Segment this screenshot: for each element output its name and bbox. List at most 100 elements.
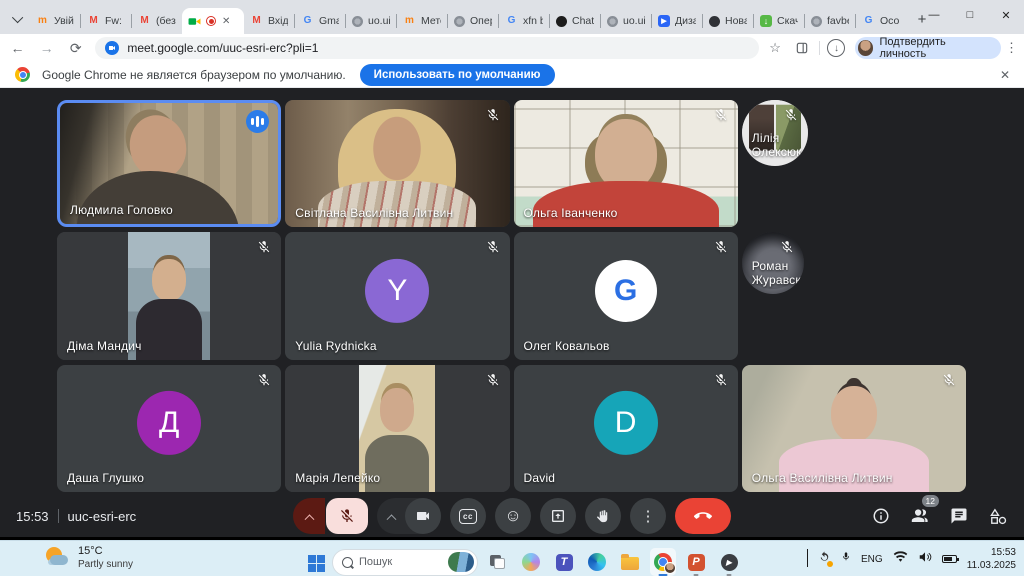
tab-label: Скач [777,15,798,27]
screen: mУвійдMFw: pM(без✕MВхіднGGmaiuo.uimМетоО… [0,0,1024,576]
more-options-button[interactable]: ⋮ [630,498,666,534]
tab-10[interactable]: Gxfn b [499,8,549,34]
end-call-button[interactable] [675,498,731,534]
participant-tile-12[interactable]: Ольга Василівна Литвин [742,365,966,492]
camera-options-chevron[interactable] [377,498,405,534]
tab-6[interactable]: GGmai [295,8,345,34]
gmail-favicon: M [138,15,151,28]
participant-tile-2[interactable]: Світлана Василівна Литвин [285,100,509,227]
info-divider [58,509,59,523]
participant-tile-4[interactable]: Лілія Олексюк [742,100,808,166]
window-maximize-button[interactable]: □ [952,0,988,30]
window-minimize-button[interactable]: — [916,0,952,30]
chrome-icon-active[interactable] [650,548,676,576]
onedrive-sync-icon[interactable] [818,551,831,567]
banner-close-icon[interactable]: ✕ [1000,68,1010,82]
task-view-button[interactable] [485,548,511,576]
raise-hand-button[interactable] [585,498,621,534]
mic-muted-icon [486,373,500,392]
copilot-button[interactable] [518,548,544,576]
teams-icon[interactable]: T [551,548,577,576]
search-placeholder: Пошук [359,556,442,568]
tab-16[interactable]: favbe [805,8,855,34]
profile-chip-label: Подтвердить личность [879,36,991,60]
camera-toggle-button[interactable] [405,498,441,534]
tray-clock[interactable]: 15:53 11.03.2025 [967,546,1016,572]
tab-3[interactable]: M (без [132,8,182,34]
people-button[interactable]: 12 [908,504,932,528]
reload-button[interactable]: ⟳ [64,36,87,60]
file-explorer-icon[interactable] [617,548,643,576]
tab-14[interactable]: Нова [703,8,753,34]
participant-tile-8[interactable]: Роман Журавский [742,232,804,294]
participant-tile-3[interactable]: Ольга Іванченко [514,100,738,227]
battery-icon[interactable] [942,555,957,563]
mic-mute-button[interactable] [326,498,368,534]
tab-13[interactable]: ▶Диза [652,8,702,34]
forward-button[interactable]: → [35,36,58,60]
present-button[interactable] [540,498,576,534]
participant-name: Лілія Олексюк [752,131,808,159]
tab-label: Вхідн [268,15,288,27]
taskbar-search[interactable]: Пошук [332,549,478,576]
profile-chip[interactable]: Подтвердить личность [855,37,1001,59]
window-close-button[interactable]: ✕ [988,0,1024,30]
tab-5[interactable]: MВхідн [244,8,294,34]
back-button[interactable]: ← [6,36,29,60]
bookmark-star-icon[interactable]: ☆ [765,37,786,59]
search-highlight-image [448,552,474,572]
tab-11[interactable]: Chat [550,8,600,34]
meeting-details-button[interactable] [869,504,893,528]
captions-button[interactable]: cc [450,498,486,534]
mic-options-chevron[interactable] [293,498,325,534]
participant-tile-5[interactable]: Діма Мандич [57,232,281,359]
browser-menu-icon[interactable]: ⋮ [1005,40,1018,56]
tab-list-chevron-icon[interactable] [8,6,30,32]
powerpoint-icon[interactable]: P [683,548,709,576]
tab-12[interactable]: uo.ui [601,8,651,34]
tray-overflow-chevron[interactable] [807,550,808,568]
tray-microphone-icon[interactable] [841,550,851,568]
chat-button[interactable] [947,504,971,528]
tab-9[interactable]: Опер [448,8,498,34]
tab-close-icon[interactable]: ✕ [222,16,230,27]
weather-condition: Partly sunny [78,559,133,571]
downloads-button[interactable]: ↓ [826,37,847,59]
start-button[interactable] [308,555,325,572]
tab-2[interactable]: MFw: p [81,8,131,34]
participant-name: Світлана Василівна Литвин [295,206,453,220]
google-favicon: G [301,15,314,28]
address-bar[interactable]: meet.google.com/uuc-esri-erc?pli=1 [95,37,758,59]
participant-name: Ольга Іванченко [524,206,618,220]
participant-tile-10[interactable]: Марія Лепейко [285,365,509,492]
wifi-icon[interactable] [893,550,908,568]
profile-avatar [858,40,873,56]
weather-widget[interactable]: 15°C Partly sunny [44,545,133,571]
volume-icon[interactable] [918,550,932,568]
tabs-container: mУвійдMFw: pM(без✕MВхіднGGmaiuo.uimМетоО… [30,0,906,34]
google-favicon: G [505,15,518,28]
moodle-favicon: m [36,15,49,28]
reactions-button[interactable]: ☺ [495,498,531,534]
participant-tile-7[interactable]: GОлег Ковальов [514,232,738,359]
activities-button[interactable] [986,504,1010,528]
tab-17[interactable]: GОсоб [856,8,906,34]
tab-active-meet[interactable]: ✕ [182,8,244,34]
participant-tile-6[interactable]: YYulia Rydnicka [285,232,509,359]
participant-tile-9[interactable]: ДДаша Глушко [57,365,281,492]
tab-15[interactable]: ↓Скач [754,8,804,34]
mic-muted-icon [942,373,956,392]
participant-tile-1[interactable]: Людмила Головко [57,100,281,227]
tab-7[interactable]: uo.ui [346,8,396,34]
edge-icon[interactable] [584,548,610,576]
participant-name: Ольга Василівна Литвин [752,471,893,485]
participant-tile-11[interactable]: DDavid [514,365,738,492]
tab-label: (без [156,15,176,27]
side-panel-icon[interactable] [792,37,813,59]
set-default-browser-button[interactable]: Использовать по умолчанию [360,64,555,86]
participant-name: Діма Мандич [67,339,142,353]
media-player-icon[interactable]: ▶ [716,548,742,576]
language-indicator[interactable]: ENG [861,554,883,565]
tab-1[interactable]: mУвійд [30,8,80,34]
tab-8[interactable]: mМето [397,8,447,34]
